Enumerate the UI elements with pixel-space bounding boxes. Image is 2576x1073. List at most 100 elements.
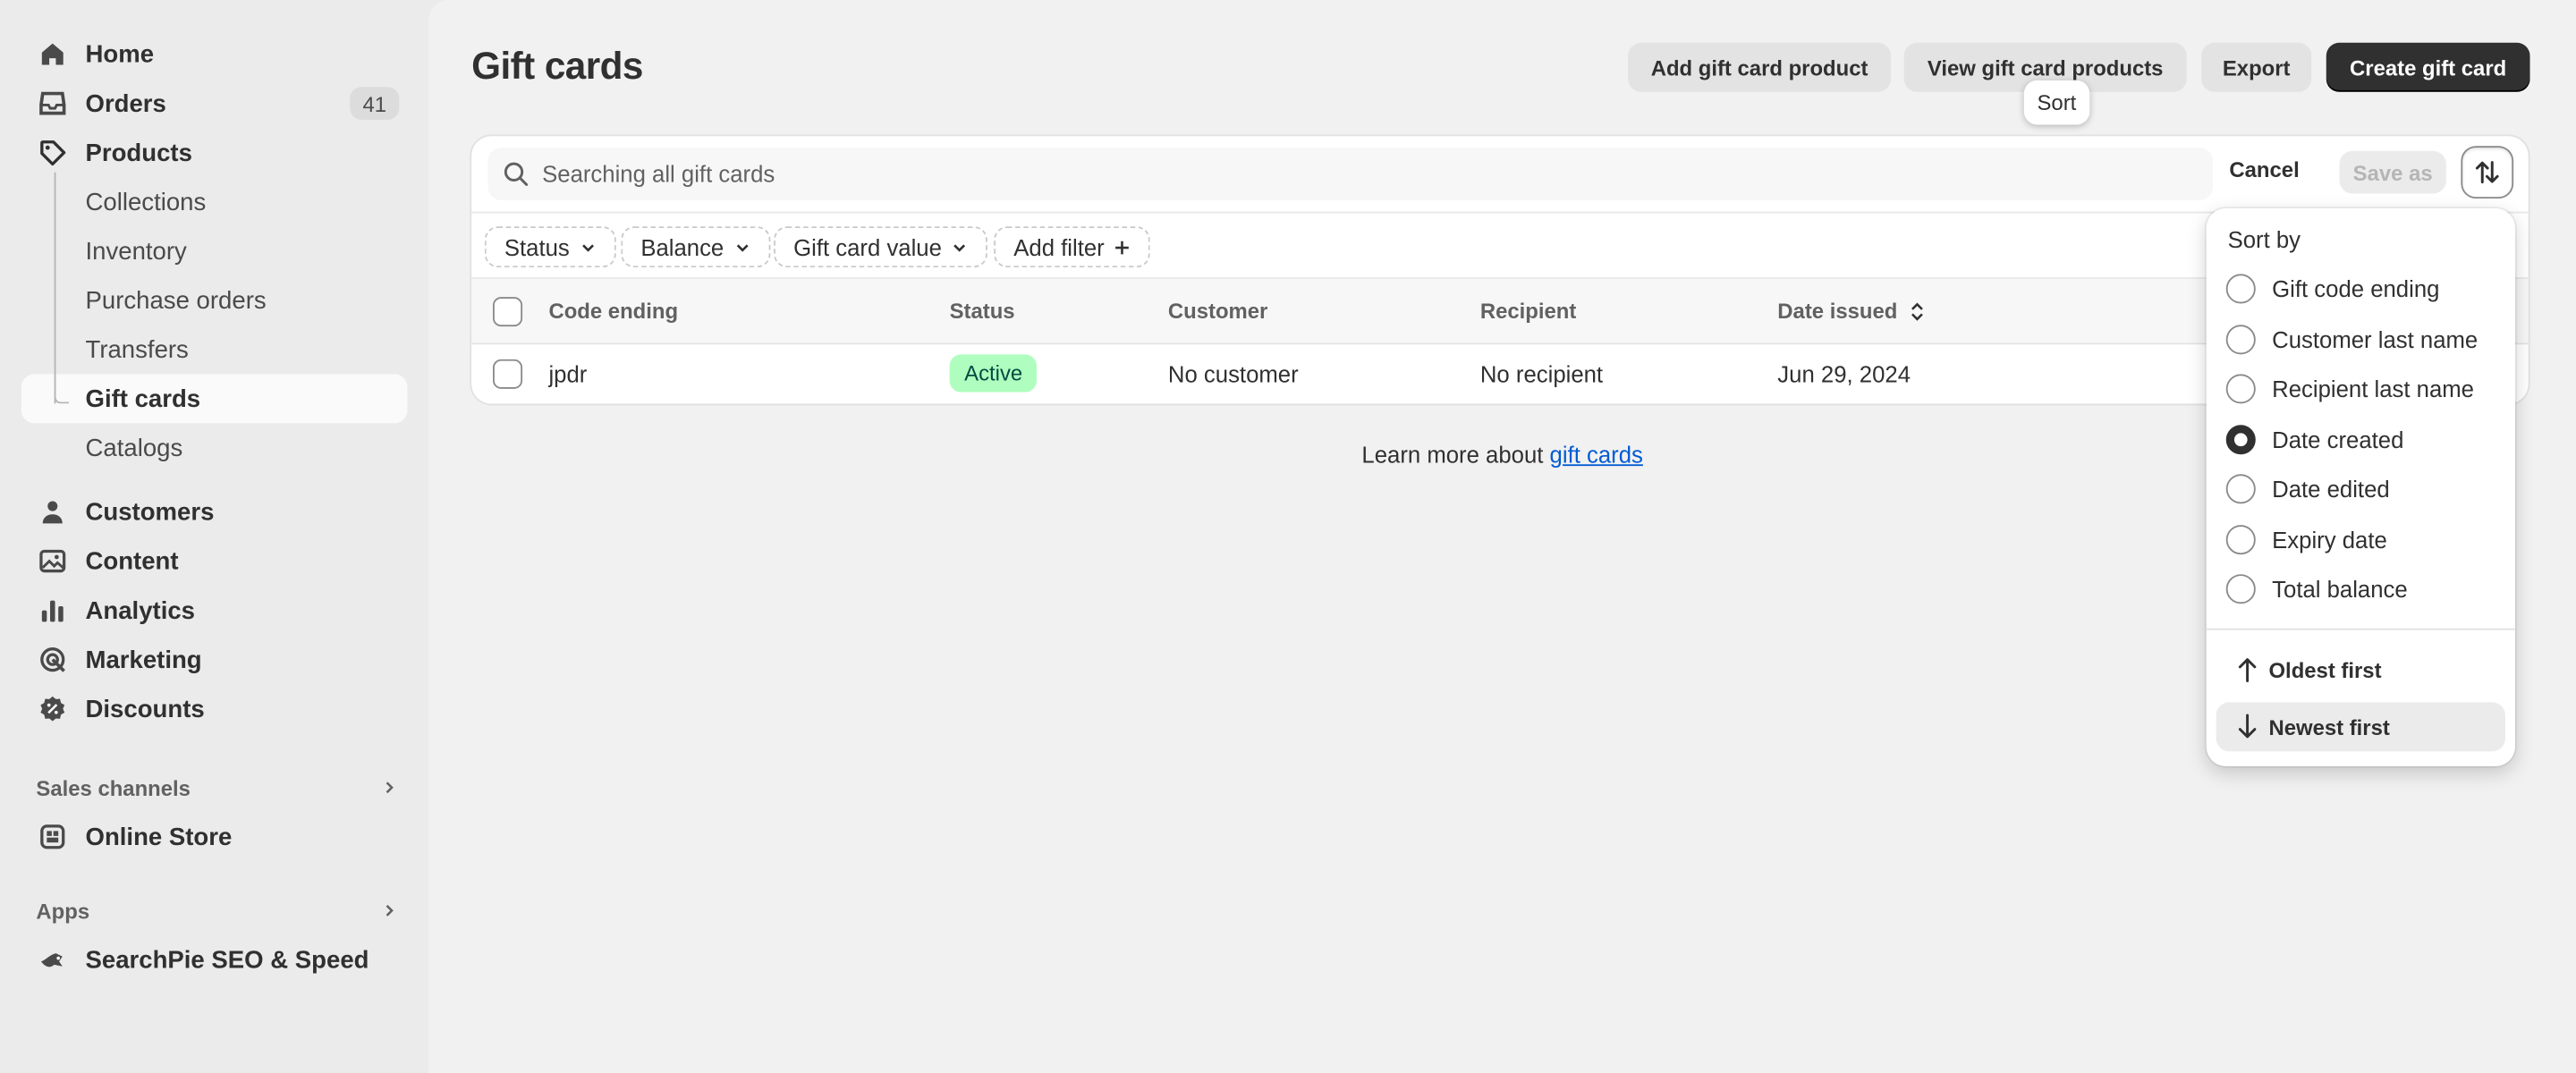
person-icon xyxy=(42,501,63,524)
sidebar-item-online-store[interactable]: Online Store xyxy=(21,812,408,861)
select-all-checkbox[interactable] xyxy=(493,297,523,327)
column-header-label: Date issued xyxy=(1777,298,1898,324)
sidebar-item-gift-cards[interactable]: Gift cards xyxy=(21,374,408,424)
cell-date-issued: Jun 29, 2024 xyxy=(1777,360,1911,388)
chevron-right-icon xyxy=(386,782,394,794)
column-header-status[interactable]: Status xyxy=(950,299,1015,324)
filter-label: Gift card value xyxy=(793,233,942,260)
column-header-code-ending[interactable]: Code ending xyxy=(548,299,678,324)
add-filter-button[interactable]: Add filter xyxy=(994,226,1151,268)
target-icon xyxy=(40,647,65,672)
chevron-down-icon xyxy=(736,243,748,251)
divider xyxy=(2206,628,2515,630)
sidebar-item-orders[interactable]: Orders 41 xyxy=(21,79,408,128)
apps-header[interactable]: Apps xyxy=(21,891,408,930)
sort-option-label: Customer last name xyxy=(2272,326,2479,353)
sidebar-item-label: Online Store xyxy=(85,823,233,851)
sort-option-recipient-last-name[interactable]: Recipient last name xyxy=(2225,364,2474,413)
chevron-right-icon xyxy=(386,904,394,917)
search-row: Searching all gift cards Cancel Save as xyxy=(471,136,2529,214)
radio-button-selected[interactable] xyxy=(2225,425,2256,455)
sort-tooltip: Sort xyxy=(2023,80,2089,125)
gift-cards-help-link[interactable]: gift cards xyxy=(1550,442,1643,468)
sort-option-label: Recipient last name xyxy=(2272,376,2474,402)
chevron-down-icon xyxy=(953,243,966,251)
sales-channels-title: Sales channels xyxy=(36,774,191,800)
sidebar-item-label: Customers xyxy=(85,497,215,527)
search-icon xyxy=(504,162,529,186)
status-badge: Active xyxy=(949,354,1038,393)
filter-label: Balance xyxy=(640,233,724,260)
save-as-button[interactable]: Save as xyxy=(2339,150,2446,194)
sort-option-date-created[interactable]: Date created xyxy=(2225,415,2403,464)
sort-toggle-icon xyxy=(1911,302,1923,321)
sidebar-item-label: Home xyxy=(85,39,155,69)
status-filter[interactable]: Status xyxy=(484,226,616,268)
sidebar-item-content[interactable]: Content xyxy=(21,536,408,586)
column-header-recipient[interactable]: Recipient xyxy=(1480,299,1576,324)
sort-option-customer-last-name[interactable]: Customer last name xyxy=(2225,315,2479,364)
sort-option-date-edited[interactable]: Date edited xyxy=(2225,464,2390,513)
radio-button[interactable] xyxy=(2225,474,2256,504)
cell-code-ending: jpdr xyxy=(548,360,588,388)
sidebar-item-searchpie[interactable]: SearchPie SEO & Speed xyxy=(21,935,408,984)
bar-chart-icon xyxy=(41,600,64,622)
store-icon xyxy=(40,824,65,849)
nav-tree-line xyxy=(54,172,56,404)
sort-option-gift-code-ending[interactable]: Gift code ending xyxy=(2225,264,2440,313)
sort-option-expiry-date[interactable]: Expiry date xyxy=(2225,515,2387,564)
learn-more-label: Learn more about xyxy=(1361,441,1550,468)
search-input[interactable]: Searching all gift cards xyxy=(487,148,2214,200)
sidebar-item-label: Catalogs xyxy=(85,434,183,462)
column-header-customer[interactable]: Customer xyxy=(1168,299,1267,324)
sort-direction-oldest-first[interactable]: Oldest first xyxy=(2216,645,2505,694)
sidebar-item-catalogs[interactable]: Catalogs xyxy=(21,423,408,472)
filter-label: Status xyxy=(504,233,570,260)
sort-option-label: Gift code ending xyxy=(2272,275,2440,302)
export-button[interactable]: Export xyxy=(2201,42,2312,92)
radio-button[interactable] xyxy=(2225,574,2256,604)
gift-card-value-filter[interactable]: Gift card value xyxy=(774,226,988,268)
search-placeholder: Searching all gift cards xyxy=(542,160,775,188)
radio-button[interactable] xyxy=(2225,274,2256,304)
plus-icon xyxy=(1115,240,1130,254)
sort-icon xyxy=(2475,161,2499,184)
create-gift-card-button[interactable]: Create gift card xyxy=(2326,42,2530,92)
row-checkbox[interactable] xyxy=(493,359,523,389)
sort-button[interactable] xyxy=(2462,148,2512,198)
sidebar-item-products[interactable]: Products xyxy=(21,128,408,177)
sidebar-item-label: Purchase orders xyxy=(85,286,267,315)
radio-button[interactable] xyxy=(2225,374,2256,404)
sidebar-item-transfers[interactable]: Transfers xyxy=(21,325,408,374)
sidebar-item-inventory[interactable]: Inventory xyxy=(21,226,408,275)
sidebar-item-label: Content xyxy=(85,546,179,576)
balance-filter[interactable]: Balance xyxy=(621,226,770,268)
sidebar-item-label: Discounts xyxy=(85,695,205,723)
sidebar-item-home[interactable]: Home xyxy=(21,30,408,79)
sidebar-item-label: Transfers xyxy=(85,335,189,364)
sidebar-item-customers[interactable]: Customers xyxy=(21,487,408,536)
sidebar-item-collections[interactable]: Collections xyxy=(21,177,408,226)
cancel-button[interactable]: Cancel xyxy=(2229,157,2299,182)
sidebar-item-label: Marketing xyxy=(85,646,202,674)
sidebar-item-discounts[interactable]: Discounts xyxy=(21,684,408,733)
sort-by-title: Sort by xyxy=(2227,226,2301,253)
arrow-down-icon xyxy=(2238,714,2257,739)
nav-tree-hook xyxy=(54,388,70,404)
radio-button[interactable] xyxy=(2225,325,2256,355)
radio-button[interactable] xyxy=(2225,525,2256,555)
sort-direction-newest-first[interactable]: Newest first xyxy=(2216,702,2505,752)
discount-icon xyxy=(40,696,65,722)
sales-channels-header[interactable]: Sales channels xyxy=(21,768,408,807)
sort-direction-label: Oldest first xyxy=(2268,656,2382,682)
sort-option-label: Total balance xyxy=(2272,576,2408,603)
sidebar-item-analytics[interactable]: Analytics xyxy=(21,586,408,635)
home-icon xyxy=(41,43,64,65)
column-header-date-issued[interactable]: Date issued xyxy=(1777,298,1925,324)
add-gift-card-product-button[interactable]: Add gift card product xyxy=(1628,42,1892,92)
sidebar-item-marketing[interactable]: Marketing xyxy=(21,635,408,684)
sidebar-item-purchase-orders[interactable]: Purchase orders xyxy=(21,275,408,325)
sidebar-item-label: Analytics xyxy=(85,596,196,625)
image-icon xyxy=(39,549,66,573)
sort-option-total-balance[interactable]: Total balance xyxy=(2225,564,2408,613)
